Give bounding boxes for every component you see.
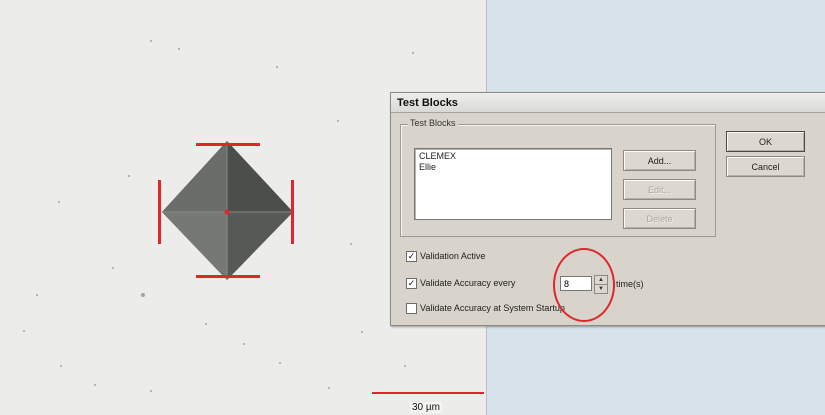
speck — [23, 330, 25, 332]
speck — [36, 294, 38, 296]
list-item[interactable]: Ellie — [419, 162, 436, 172]
validate-every-label: Validate Accuracy every — [420, 278, 516, 288]
speck — [276, 66, 278, 68]
validate-startup-label: Validate Accuracy at System Startup — [420, 303, 565, 313]
validate-every-checkbox[interactable]: ✓ — [406, 278, 417, 289]
speck — [279, 362, 281, 364]
ok-button[interactable]: OK — [726, 131, 805, 152]
speck — [337, 120, 339, 122]
cancel-button[interactable]: Cancel — [726, 156, 805, 177]
measure-mark-top — [196, 143, 260, 146]
speck — [150, 40, 152, 42]
speck — [328, 387, 330, 389]
edit-button[interactable]: Edit... — [623, 179, 696, 200]
speck — [60, 365, 62, 367]
test-blocks-list[interactable]: CLEMEX Ellie — [414, 148, 612, 220]
validation-active-checkbox[interactable]: ✓ — [406, 251, 417, 262]
speck — [112, 267, 114, 269]
speck — [150, 390, 152, 392]
validate-startup-checkbox[interactable] — [406, 303, 417, 314]
dialog-title: Test Blocks — [397, 97, 458, 109]
scale-bar — [372, 392, 484, 394]
speck — [243, 343, 245, 345]
speck — [94, 384, 96, 386]
measure-mark-bottom — [196, 275, 260, 278]
validate-every-suffix: time(s) — [616, 279, 644, 289]
list-item[interactable]: CLEMEX — [419, 151, 456, 161]
speck — [361, 331, 363, 333]
speck — [141, 293, 145, 297]
speck — [128, 175, 130, 177]
scale-label: 30 µm — [410, 402, 442, 413]
group-label: Test Blocks — [408, 118, 458, 128]
speck — [412, 52, 414, 54]
speck — [178, 48, 180, 50]
measure-mark-right — [291, 180, 294, 244]
highlight-circle — [553, 248, 615, 322]
measure-mark-left — [158, 180, 161, 244]
speck — [205, 323, 207, 325]
speck — [58, 201, 60, 203]
speck — [350, 243, 352, 245]
dialog-titlebar[interactable]: Test Blocks — [391, 93, 825, 113]
add-button[interactable]: Add... — [623, 150, 696, 171]
delete-button[interactable]: Delete — [623, 208, 696, 229]
speck — [404, 365, 406, 367]
validation-active-label: Validation Active — [420, 251, 486, 261]
